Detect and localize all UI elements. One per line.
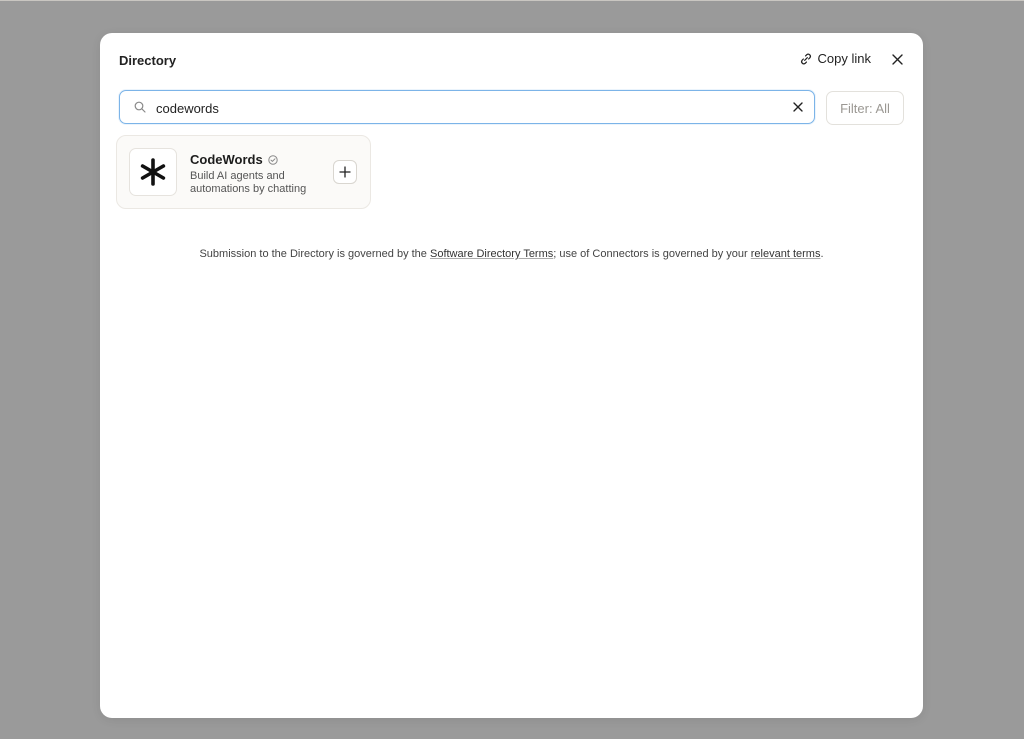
footer-middle: ; use of Connectors is governed by your bbox=[553, 248, 751, 260]
codewords-logo bbox=[129, 148, 177, 196]
search-icon bbox=[134, 101, 146, 113]
relevant-terms-link[interactable]: relevant terms bbox=[751, 248, 821, 260]
directory-modal: Directory Copy link Filter: All bbox=[100, 33, 923, 718]
top-divider bbox=[0, 0, 1024, 1]
result-name-row: CodeWords bbox=[190, 152, 278, 167]
software-directory-terms-link[interactable]: Software Directory Terms bbox=[430, 248, 553, 260]
filter-dropdown[interactable]: Filter: All bbox=[826, 91, 904, 125]
close-button[interactable] bbox=[889, 51, 905, 67]
result-name: CodeWords bbox=[190, 152, 263, 167]
directory-terms-notice: Submission to the Directory is governed … bbox=[100, 248, 923, 260]
copy-link-button[interactable]: Copy link bbox=[799, 51, 871, 66]
result-card[interactable]: CodeWords Build AI agents and automation… bbox=[116, 135, 371, 209]
plus-icon bbox=[339, 166, 351, 178]
verified-icon bbox=[268, 154, 278, 165]
close-icon bbox=[891, 53, 903, 65]
link-icon bbox=[800, 53, 811, 64]
result-description: Build AI agents and automations by chatt… bbox=[190, 170, 307, 195]
clear-search-icon[interactable] bbox=[792, 101, 804, 113]
search-box bbox=[119, 90, 815, 124]
copy-link-label: Copy link bbox=[817, 51, 871, 66]
search-input[interactable] bbox=[154, 97, 778, 119]
asterisk-logo-icon bbox=[140, 158, 166, 186]
footer-prefix: Submission to the Directory is governed … bbox=[199, 248, 430, 260]
footer-suffix: . bbox=[820, 248, 824, 260]
add-connector-button[interactable] bbox=[333, 160, 357, 184]
modal-title: Directory bbox=[119, 53, 177, 68]
